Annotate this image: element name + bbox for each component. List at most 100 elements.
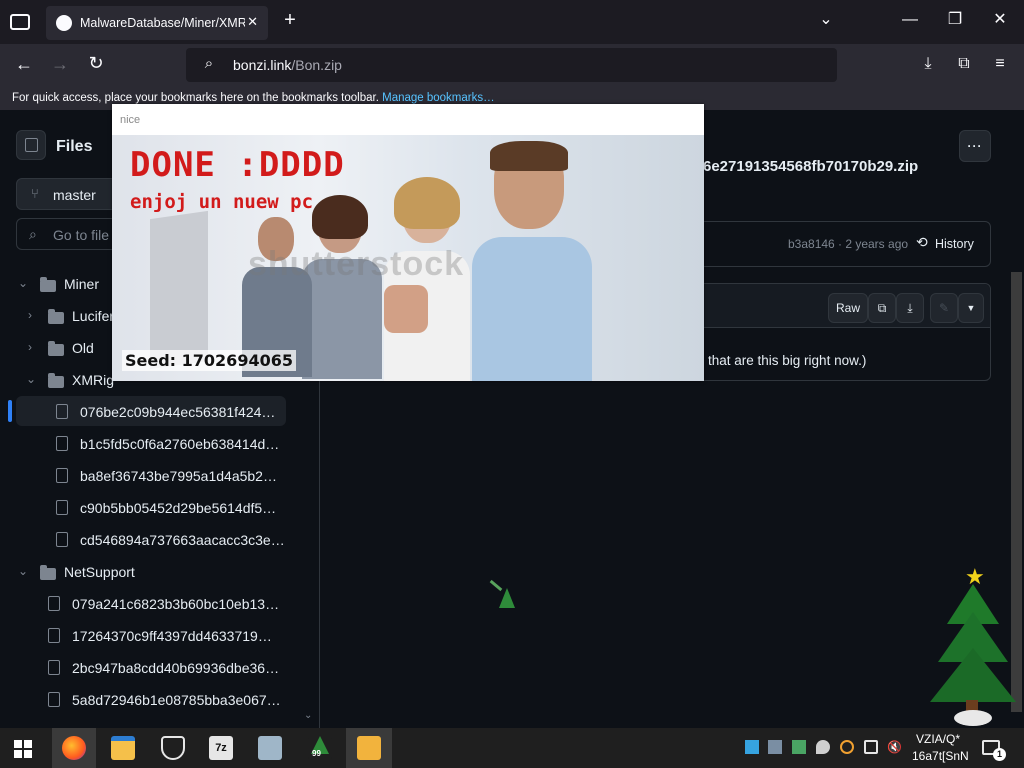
- chevron-down-icon[interactable]: ⌄: [18, 276, 28, 290]
- file-explorer-icon[interactable]: [111, 736, 135, 760]
- tray-app-icon[interactable]: [745, 740, 759, 754]
- sidebar-scrollbar[interactable]: ⌄: [304, 710, 314, 724]
- minimize-icon[interactable]: —: [900, 12, 920, 28]
- url-bar[interactable]: ⌕ bonzi.link/Bon.zip: [186, 48, 837, 82]
- files-heading: Files: [56, 138, 93, 155]
- prank-popup-window[interactable]: nice DONE :DDDD enjoj un nuew pc shutter…: [112, 104, 704, 381]
- menu-icon[interactable]: ≡: [990, 56, 1010, 72]
- file-icon: [48, 628, 60, 643]
- tray-clock-line1[interactable]: VZIA/Q*: [916, 732, 960, 746]
- tree-item-miner[interactable]: Miner: [64, 276, 99, 292]
- edit-dropdown-button[interactable]: ▼: [958, 293, 984, 323]
- tree-item-xmrig[interactable]: XMRig: [72, 372, 114, 388]
- notification-count: 1: [993, 748, 1006, 761]
- list-tabs-chevron-icon[interactable]: ⌄: [816, 12, 836, 28]
- url-text: bonzi.link/Bon.zip: [233, 57, 342, 73]
- tree-item-file[interactable]: 076be2c09b944ec56381f424…: [80, 404, 275, 420]
- url-path: /Bon.zip: [291, 57, 342, 73]
- kebab-icon: ···: [967, 139, 983, 153]
- search-icon: ⌕: [29, 226, 37, 242]
- monitor: [150, 210, 208, 370]
- github-icon: [56, 15, 72, 31]
- security-shield-icon[interactable]: [161, 736, 185, 760]
- stock-watermark: shutterstock: [248, 245, 465, 283]
- branch-icon: ⑂: [31, 186, 39, 201]
- search-icon: ⌕: [204, 55, 214, 72]
- tab-active[interactable]: MalwareDatabase/Miner/XMRi ✕: [46, 6, 268, 40]
- tray-clock-line2[interactable]: 16a7t[SnN: [912, 749, 969, 763]
- tab-overview-icon[interactable]: [10, 14, 30, 30]
- handshake-app-icon[interactable]: [357, 736, 381, 760]
- christmas-tree-icon: ★: [926, 566, 1020, 728]
- seed-label: Seed: 1702694065: [122, 350, 296, 371]
- chevron-down-icon[interactable]: ⌄: [18, 564, 28, 578]
- close-window-icon[interactable]: ✕: [990, 12, 1010, 28]
- popup-image: DONE :DDDD enjoj un nuew pc shutterstock…: [112, 135, 704, 381]
- tree-item-file[interactable]: 17264370c9ff4397dd4633719…: [72, 628, 272, 644]
- tab-bar: MalwareDatabase/Miner/XMRi ✕ + ⌄ — ❐ ✕: [0, 0, 1024, 44]
- taskbar: 7z 99 🔇 VZIA/Q* 16a7t[SnN 1: [0, 728, 1024, 768]
- collapse-sidebar-button[interactable]: [16, 130, 46, 160]
- history-icon: ⟲: [916, 234, 928, 250]
- file-icon: [56, 532, 68, 547]
- manage-bookmarks-link[interactable]: Manage bookmarks…: [382, 92, 495, 104]
- start-button[interactable]: [14, 740, 32, 758]
- go-to-file-placeholder: Go to file: [53, 227, 110, 243]
- folder-icon: [40, 565, 56, 580]
- more-options-button[interactable]: ···: [959, 130, 991, 162]
- tray-network-icon[interactable]: [864, 740, 878, 754]
- folder-icon: [48, 373, 64, 388]
- reload-icon[interactable]: ↻: [86, 54, 106, 72]
- downloads-icon[interactable]: ⤓: [918, 56, 938, 72]
- maximize-icon[interactable]: ❐: [945, 12, 965, 28]
- cursor-tree-sprite: [489, 579, 515, 612]
- tree-item-file[interactable]: cd546894a737663aacacc3c3e…: [80, 532, 285, 548]
- 7zip-icon[interactable]: 7z: [209, 736, 233, 760]
- tree-item-file[interactable]: 2bc947ba8cdd40b69936dbe36…: [72, 660, 279, 676]
- extensions-icon[interactable]: ⧉: [954, 56, 974, 72]
- file-icon: [48, 660, 60, 675]
- tree-item-file[interactable]: 5a8d72946b1e08785bba3e067…: [72, 692, 281, 708]
- caret-down-icon: ▼: [966, 303, 976, 313]
- tree-item-lucifer[interactable]: Lucifer: [72, 308, 114, 324]
- file-icon: [56, 468, 68, 483]
- tree-item-old[interactable]: Old: [72, 340, 94, 356]
- back-icon[interactable]: ←: [14, 55, 34, 73]
- chevron-right-icon[interactable]: ›: [28, 340, 32, 354]
- thumbs-up-hand: [384, 285, 428, 333]
- tree-item-file[interactable]: ba8ef36743be7995a1d4a5b2…: [80, 468, 277, 484]
- nav-bar: ← → ↻ ⌕ bonzi.link/Bon.zip ⤓ ⧉ ≡: [0, 44, 1024, 86]
- history-link[interactable]: History: [935, 237, 974, 251]
- tree-item-file[interactable]: 079a241c6823b3b60bc10eb13…: [72, 596, 279, 612]
- volume-muted-icon[interactable]: 🔇: [887, 740, 902, 754]
- tray-search-icon[interactable]: [840, 740, 854, 754]
- tab-title: MalwareDatabase/Miner/XMRi: [80, 16, 245, 30]
- tray-app-icon[interactable]: [768, 740, 782, 754]
- tray-network-tree-icon[interactable]: [792, 740, 806, 754]
- file-title: 6e27191354568fb70170b29.zip: [703, 158, 919, 175]
- file-icon: [56, 436, 68, 451]
- folder-icon: [48, 309, 64, 324]
- tree-item-file[interactable]: b1c5fd5c0f6a2760eb638414d…: [80, 436, 279, 452]
- file-icon: [48, 596, 60, 611]
- tab-close-icon[interactable]: ✕: [247, 14, 258, 30]
- chevron-down-icon[interactable]: ⌄: [26, 372, 36, 386]
- control-panel-icon[interactable]: [258, 736, 282, 760]
- download-icon: ⤓: [907, 300, 913, 315]
- copy-button[interactable]: ⧉: [868, 293, 896, 323]
- file-icon: [56, 404, 68, 419]
- tree-app-icon[interactable]: 99: [308, 736, 332, 760]
- download-button[interactable]: ⤓: [896, 293, 924, 323]
- new-tab-button[interactable]: +: [280, 10, 300, 30]
- tray-drop-icon[interactable]: [816, 740, 830, 754]
- tree-item-file[interactable]: c90b5bb05452d29be5614df5…: [80, 500, 276, 516]
- firefox-icon[interactable]: [62, 736, 86, 760]
- commit-age: · 2 years ago: [838, 237, 909, 251]
- folder-icon: [40, 277, 56, 292]
- tree-item-netsupport[interactable]: NetSupport: [64, 564, 135, 580]
- edit-button[interactable]: ✎: [930, 293, 958, 323]
- commit-hash[interactable]: b3a8146: [788, 237, 835, 251]
- chevron-right-icon[interactable]: ›: [28, 308, 32, 322]
- forward-icon[interactable]: →: [50, 55, 70, 73]
- raw-button[interactable]: Raw: [828, 293, 868, 323]
